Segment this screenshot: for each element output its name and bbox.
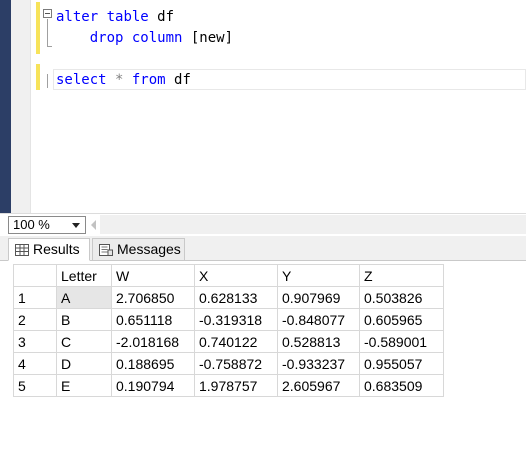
code-line[interactable]: drop column [new] (56, 29, 233, 47)
grid-cell[interactable]: 1.978757 (194, 374, 278, 397)
fold-line-end (47, 46, 52, 47)
window-left-strip (0, 0, 11, 213)
grid-cell[interactable]: C (56, 330, 112, 353)
grid-cell[interactable]: D (56, 352, 112, 375)
grid-cell[interactable]: 0.503826 (359, 286, 444, 309)
query-editor[interactable]: alter table df drop column [new] select … (0, 0, 526, 213)
keyword: table (106, 9, 149, 25)
grid-cell[interactable]: 0.605965 (359, 308, 444, 331)
corner-cell[interactable] (13, 264, 57, 287)
keyword: select (56, 72, 107, 88)
messages-icon (99, 244, 113, 256)
grid-cell[interactable]: 2.706850 (111, 286, 195, 309)
grid-cell[interactable]: 0.683509 (359, 374, 444, 397)
chevron-down-icon[interactable] (72, 223, 80, 228)
table-row[interactable]: 2 B 0.651118 -0.319318 -0.848077 0.60596… (13, 308, 444, 331)
grid-cell[interactable]: 0.907969 (277, 286, 360, 309)
column-header[interactable]: W (111, 264, 195, 287)
header-row: Letter W X Y Z (13, 264, 444, 287)
grid-cell[interactable]: 0.651118 (111, 308, 195, 331)
row-number[interactable]: 5 (13, 374, 57, 397)
code-text: df (148, 9, 175, 25)
editor-gutter (11, 0, 31, 213)
row-number[interactable]: 3 (13, 330, 57, 353)
grid-cell[interactable]: -0.848077 (277, 308, 360, 331)
zoom-bar: 100 % (0, 213, 526, 235)
grid-cell[interactable]: 0.955057 (359, 352, 444, 375)
table-row[interactable]: 3 C -2.018168 0.740122 0.528813 -0.58900… (13, 330, 444, 353)
change-marker (36, 64, 40, 90)
fold-line (47, 74, 48, 88)
results-tabs: Results Messages (0, 236, 526, 261)
scroll-left-icon[interactable] (91, 220, 96, 230)
operator: * (106, 72, 132, 88)
column-header[interactable]: Y (277, 264, 360, 287)
grid-cell[interactable]: -0.589001 (359, 330, 444, 353)
keyword: from (131, 72, 166, 88)
grid-icon (15, 244, 29, 256)
horizontal-scrollbar[interactable] (100, 215, 526, 234)
grid-cell[interactable]: E (56, 374, 112, 397)
grid-cell[interactable]: -0.319318 (194, 308, 278, 331)
grid-cell[interactable]: 0.740122 (194, 330, 278, 353)
grid-cell[interactable]: 0.528813 (277, 330, 360, 353)
results-grid-area: Letter W X Y Z 1 A 2.706850 0.628133 0.9… (0, 262, 526, 453)
grid-cell[interactable]: -0.758872 (194, 352, 278, 375)
column-header[interactable]: Z (359, 264, 444, 287)
code-line[interactable]: select * from df (56, 71, 191, 89)
keyword: column (131, 30, 183, 46)
grid-cell[interactable]: 0.188695 (111, 352, 195, 375)
row-number[interactable]: 1 (13, 286, 57, 309)
code-text: df (165, 72, 191, 88)
table-row[interactable]: 5 E 0.190794 1.978757 2.605967 0.683509 (13, 374, 444, 397)
grid-cell[interactable]: B (56, 308, 112, 331)
code-line[interactable]: alter table df (56, 8, 174, 26)
column-header[interactable]: Letter (56, 264, 112, 287)
code-text: [new] (182, 30, 234, 46)
keyword: drop (89, 30, 124, 46)
table-row[interactable]: 4 D 0.188695 -0.758872 -0.933237 0.95505… (13, 352, 444, 375)
zoom-dropdown[interactable]: 100 % (8, 216, 86, 234)
change-marker (36, 2, 40, 54)
grid-cell[interactable]: 0.190794 (111, 374, 195, 397)
tab-label: Messages (117, 241, 181, 257)
grid-cell-selected[interactable]: A (56, 286, 112, 309)
row-number[interactable]: 4 (13, 352, 57, 375)
tab-results[interactable]: Results (8, 238, 90, 261)
zoom-value: 100 % (13, 217, 50, 232)
grid-cell[interactable]: 0.628133 (194, 286, 278, 309)
grid-cell[interactable]: -0.933237 (277, 352, 360, 375)
grid-cell[interactable]: -2.018168 (111, 330, 195, 353)
tab-label: Results (33, 241, 80, 257)
tab-messages[interactable]: Messages (92, 238, 185, 261)
keyword: alter (56, 9, 99, 25)
results-grid: Letter W X Y Z 1 A 2.706850 0.628133 0.9… (13, 264, 444, 397)
collapse-toggle-icon[interactable] (43, 9, 52, 18)
row-number[interactable]: 2 (13, 308, 57, 331)
fold-line (47, 19, 48, 47)
column-header[interactable]: X (194, 264, 278, 287)
grid-cell[interactable]: 2.605967 (277, 374, 360, 397)
table-row[interactable]: 1 A 2.706850 0.628133 0.907969 0.503826 (13, 286, 444, 309)
